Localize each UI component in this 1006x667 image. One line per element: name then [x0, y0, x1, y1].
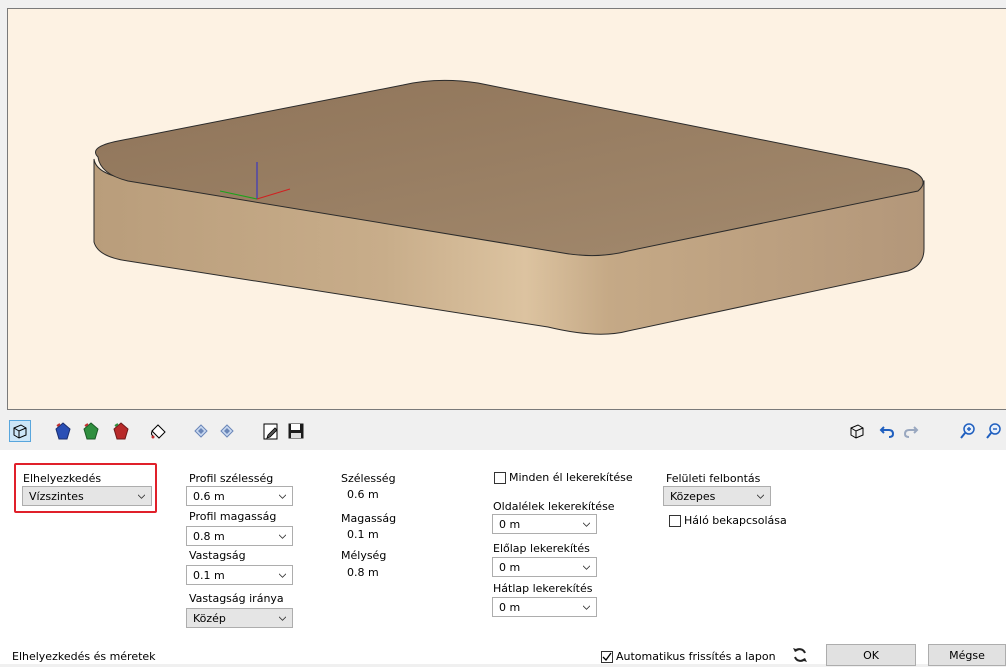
chevron-down-icon — [138, 494, 145, 499]
paint-icon[interactable] — [147, 420, 169, 442]
slab-model — [93, 79, 925, 335]
thickness-direction-select[interactable]: Közép — [186, 608, 293, 628]
refresh-icon[interactable] — [791, 646, 809, 664]
redo-icon[interactable] — [900, 420, 922, 442]
profile-height-select[interactable]: 0.8 m — [186, 526, 293, 546]
mesh-checkbox[interactable] — [669, 515, 681, 527]
depth-value: 0.8 m — [347, 566, 379, 579]
zoom-in-icon[interactable] — [957, 420, 979, 442]
depth-label: Mélység — [341, 549, 387, 562]
placement-label: Elhelyezkedés — [23, 472, 102, 485]
chevron-down-icon — [583, 522, 590, 527]
turn-red-icon[interactable] — [110, 420, 132, 442]
ok-button[interactable]: OK — [826, 644, 916, 666]
surface-resolution-label: Felületi felbontás — [666, 472, 761, 485]
side-edges-select[interactable]: 0 m — [492, 514, 597, 534]
chevron-down-icon — [279, 534, 286, 539]
back-rounding-value: 0 m — [499, 600, 521, 614]
height-label: Magasság — [341, 512, 397, 525]
width-value: 0.6 m — [347, 488, 379, 501]
mesh-label: Háló bekapcsolása — [684, 514, 787, 527]
auto-refresh-checkbox[interactable] — [601, 651, 613, 663]
save-icon[interactable] — [285, 420, 307, 442]
side-edges-value: 0 m — [499, 517, 521, 531]
status-text: Elhelyezkedés és méretek — [12, 650, 156, 663]
back-rounding-select[interactable]: 0 m — [492, 597, 597, 617]
profile-width-label: Profil szélesség — [189, 472, 274, 485]
front-rounding-value: 0 m — [499, 560, 521, 574]
side-edges-label: Oldalélek lekerekítése — [493, 500, 615, 513]
chevron-down-icon — [583, 605, 590, 610]
mirror-right-icon[interactable] — [216, 420, 238, 442]
surface-resolution-select[interactable]: Közepes — [663, 486, 771, 506]
placement-value: Vízszintes — [29, 489, 84, 503]
surface-resolution-value: Közepes — [670, 489, 716, 503]
front-rounding-select[interactable]: 0 m — [492, 557, 597, 577]
thickness-select[interactable]: 0.1 m — [186, 565, 293, 585]
width-label: Szélesség — [341, 472, 396, 485]
all-edges-label: Minden él lekerekítése — [509, 471, 633, 484]
chevron-down-icon — [279, 494, 286, 499]
turn-green-icon[interactable] — [80, 420, 102, 442]
thickness-value: 0.1 m — [193, 568, 225, 582]
mirror-left-icon[interactable] — [190, 420, 212, 442]
profile-width-value: 0.6 m — [193, 489, 225, 503]
all-edges-checkbox[interactable] — [494, 472, 506, 484]
3d-viewport[interactable] — [7, 8, 1006, 410]
placement-select[interactable]: Vízszintes — [22, 486, 152, 506]
view-3d-icon[interactable] — [9, 420, 31, 442]
profile-height-label: Profil magasság — [189, 510, 277, 523]
undo-icon[interactable] — [876, 420, 898, 442]
box-view-icon[interactable] — [846, 420, 868, 442]
thickness-label: Vastagság — [189, 549, 246, 562]
toolbar — [0, 412, 1006, 450]
back-rounding-label: Hátlap lekerekítés — [493, 582, 593, 595]
height-value: 0.1 m — [347, 528, 379, 541]
cancel-button[interactable]: Mégse — [928, 644, 1006, 666]
profile-height-value: 0.8 m — [193, 529, 225, 543]
check-icon — [602, 652, 612, 662]
auto-refresh-label: Automatikus frissítés a lapon — [616, 650, 776, 663]
zoom-out-icon[interactable] — [984, 420, 1004, 442]
thickness-direction-value: Közép — [193, 611, 226, 625]
profile-width-select[interactable]: 0.6 m — [186, 486, 293, 506]
edit-doc-icon[interactable] — [260, 420, 282, 442]
thickness-direction-label: Vastagság iránya — [189, 592, 284, 605]
chevron-down-icon — [279, 616, 286, 621]
chevron-down-icon — [757, 494, 764, 499]
front-rounding-label: Előlap lekerekítés — [493, 542, 590, 555]
chevron-down-icon — [279, 573, 286, 578]
turn-blue-icon[interactable] — [52, 420, 74, 442]
chevron-down-icon — [583, 565, 590, 570]
